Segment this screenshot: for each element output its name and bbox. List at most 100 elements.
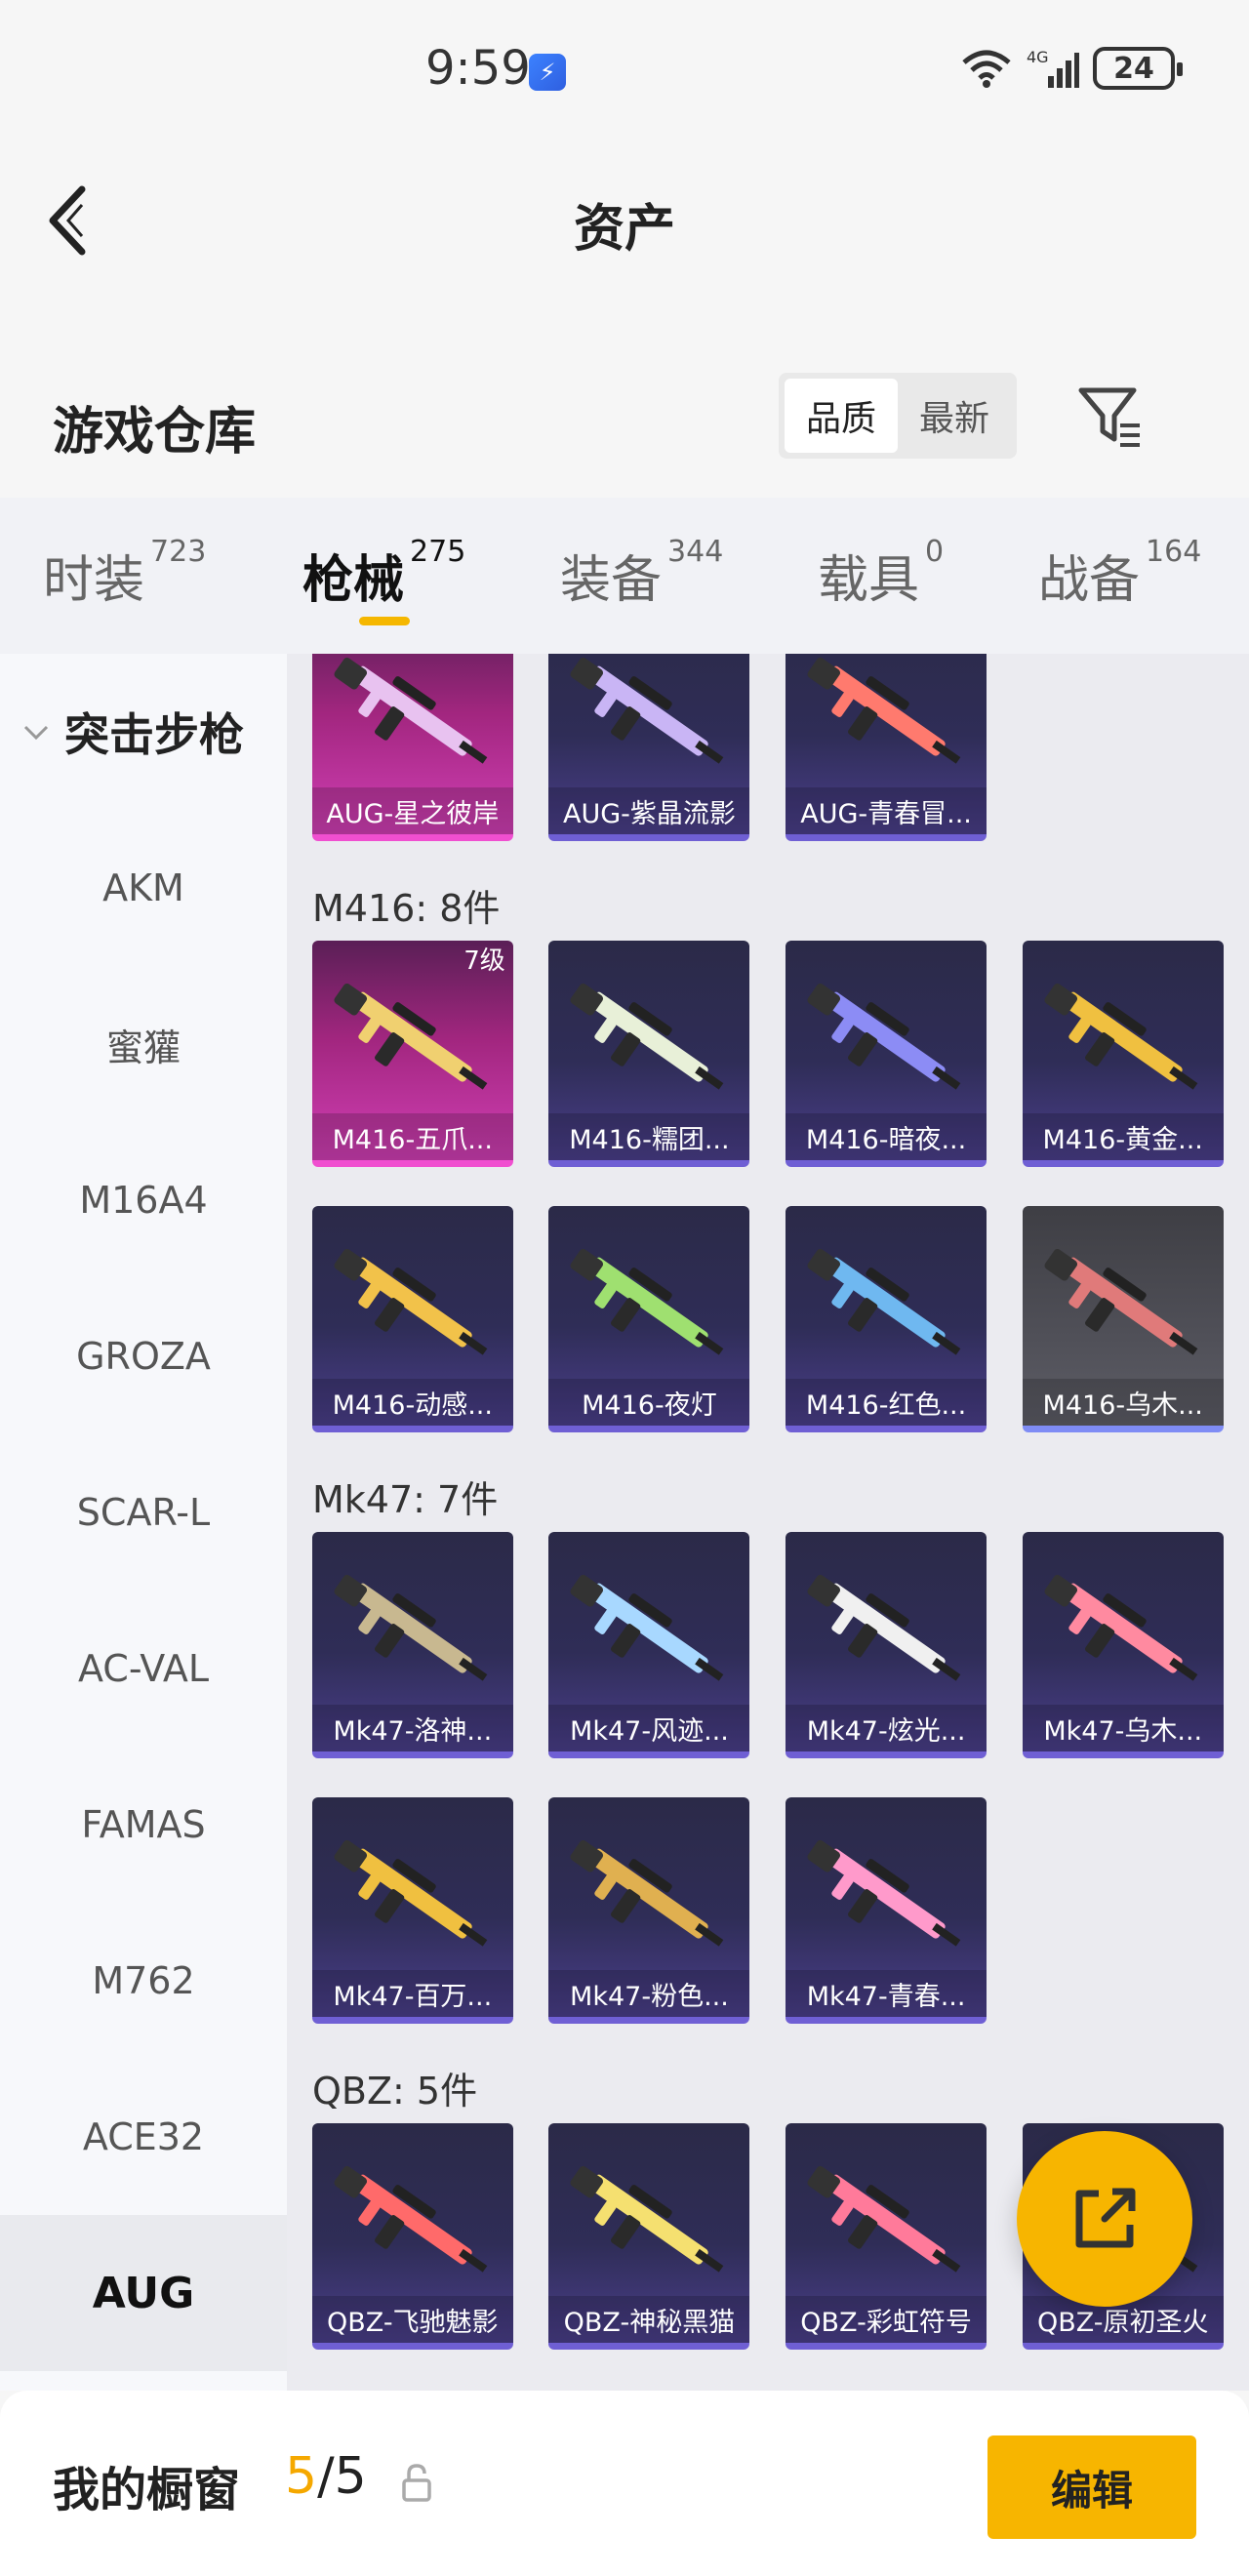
skin-card[interactable]: M416-红色...	[786, 1206, 987, 1432]
rifle-icon	[334, 983, 488, 1090]
status-bar: 9:59 ⚡ 4G 24	[0, 0, 1249, 146]
wifi-icon	[962, 50, 1011, 88]
lock-icon	[402, 2464, 431, 2502]
tab-count: 275	[410, 535, 466, 569]
tab-weapons[interactable]: 枪械 275	[302, 535, 465, 612]
skin-card[interactable]: Mk47-乌木...	[1022, 1532, 1224, 1758]
nav-header: 资产	[0, 146, 1249, 302]
skin-card[interactable]: 7级 M416-五爪...	[311, 941, 513, 1167]
skin-card[interactable]: M416-夜灯	[548, 1206, 750, 1432]
bottom-bar: 我的橱窗 5/5 编辑	[0, 2391, 1249, 2576]
rifle-icon	[570, 1839, 724, 1947]
sort-toggle: 品质 最新	[779, 373, 1017, 459]
rifle-icon	[334, 1248, 488, 1355]
tab-label: 时装	[43, 551, 145, 610]
sidebar-item-honey-badger[interactable]: 蜜獾	[0, 966, 287, 1122]
showcase-total: 5	[334, 2447, 367, 2506]
sidebar-group-label: 突击步枪	[64, 708, 244, 761]
skin-card[interactable]: QBZ-飞驰魅影	[311, 2123, 513, 2350]
warehouse-title: 游戏仓库	[53, 403, 257, 462]
warehouse-header: 游戏仓库 品质 最新	[0, 332, 1249, 498]
tab-count: 723	[150, 535, 207, 569]
battery-icon: 24	[1093, 47, 1183, 90]
chevron-down-icon	[23, 725, 49, 741]
skin-card[interactable]: Mk47-炫光...	[786, 1532, 987, 1758]
rifle-icon	[1044, 1574, 1198, 1681]
skin-card[interactable]: M416-黄金...	[1022, 941, 1224, 1167]
rifle-icon	[1044, 983, 1198, 1090]
rifle-icon	[570, 983, 724, 1090]
skin-name: M416-动感...	[311, 1379, 513, 1426]
status-indicators: 4G 24	[960, 47, 1183, 90]
share-icon	[1075, 2188, 1136, 2248]
rifle-icon	[334, 1574, 488, 1681]
skin-card[interactable]: Mk47-百万...	[311, 1797, 513, 2024]
skin-card[interactable]: M416-暗夜...	[786, 941, 987, 1167]
skin-name: M416-黄金...	[1022, 1113, 1224, 1160]
sidebar-item-groza[interactable]: GROZA	[0, 1278, 287, 1434]
showcase-count: 5/5	[285, 2447, 367, 2506]
rifle-icon	[807, 1574, 961, 1681]
sidebar-item-m762[interactable]: M762	[0, 1903, 287, 2059]
sidebar-group-assault-rifles[interactable]: 突击步枪	[0, 654, 287, 810]
skin-card[interactable]: Mk47-粉色...	[548, 1797, 750, 2024]
tab-label: 装备	[560, 551, 663, 610]
skin-card[interactable]: M416-乌木...	[1022, 1206, 1224, 1432]
section-title: Mk47: 7件	[312, 1478, 499, 1521]
sidebar-item-aug[interactable]: AUG	[0, 2215, 287, 2371]
rifle-icon	[1044, 1248, 1198, 1355]
skin-name: AUG-青春冒...	[786, 787, 987, 834]
share-button[interactable]	[1017, 2131, 1192, 2307]
skin-card[interactable]: AUG-紫晶流影	[548, 654, 750, 841]
tab-label: 载具	[818, 551, 920, 610]
skin-name: Mk47-青春...	[786, 1970, 987, 2017]
rifle-icon	[807, 1248, 961, 1355]
section-title: QBZ: 5件	[312, 2070, 478, 2113]
svg-text:4G: 4G	[1027, 48, 1049, 66]
tab-count: 0	[925, 535, 945, 569]
skin-name: M416-五爪...	[311, 1113, 513, 1160]
skin-name: M416-乌木...	[1022, 1379, 1224, 1426]
tab-count: 164	[1146, 535, 1202, 569]
section-title: M416: 8件	[312, 887, 501, 930]
tab-label: 战备	[1038, 551, 1141, 610]
skin-card[interactable]: M416-动感...	[311, 1206, 513, 1432]
skin-card[interactable]: AUG-青春冒...	[786, 654, 987, 841]
skin-name: Mk47-洛神...	[311, 1705, 513, 1751]
sort-newest-button[interactable]: 最新	[898, 379, 1011, 453]
sidebar-item-ace32[interactable]: ACE32	[0, 2059, 287, 2215]
skin-card[interactable]: QBZ-神秘黑猫	[548, 2123, 750, 2350]
sidebar-item-m16a4[interactable]: M16A4	[0, 1122, 287, 1278]
skin-name: Mk47-百万...	[311, 1970, 513, 2017]
skin-grid[interactable]: 7级AUG-星之彼岸 AUG-紫晶流影 AUG-青春冒... M416: 8件 7级M4…	[287, 654, 1249, 2391]
page-title: 资产	[573, 200, 675, 259]
skin-card[interactable]: Mk47-青春...	[786, 1797, 987, 2024]
sidebar-item-scar-l[interactable]: SCAR-L	[0, 1434, 287, 1590]
tab-vehicles[interactable]: 载具 0	[818, 535, 944, 612]
skin-card[interactable]: M416-糯团...	[548, 941, 750, 1167]
status-time: 9:59	[425, 41, 531, 96]
filter-icon[interactable]	[1077, 384, 1142, 449]
rifle-icon	[570, 1248, 724, 1355]
sort-quality-button[interactable]: 品质	[785, 379, 898, 453]
skin-name: AUG-紫晶流影	[548, 787, 750, 834]
sidebar-item-famas[interactable]: FAMAS	[0, 1747, 287, 1903]
skin-name: QBZ-神秘黑猫	[548, 2296, 750, 2343]
skin-card[interactable]: Mk47-洛神...	[311, 1532, 513, 1758]
edit-button[interactable]: 编辑	[987, 2435, 1196, 2539]
rifle-icon	[334, 1839, 488, 1947]
tab-equipment[interactable]: 装备 344	[560, 535, 723, 612]
rifle-icon	[570, 657, 724, 764]
sidebar-item-akm[interactable]: AKM	[0, 810, 287, 966]
skin-card[interactable]: QBZ-彩虹符号	[786, 2123, 987, 2350]
signal-icon: 4G	[1027, 48, 1079, 88]
skin-name: Mk47-风迹...	[548, 1705, 750, 1751]
sidebar-item-ac-val[interactable]: AC-VAL	[0, 1590, 287, 1747]
tab-costumes[interactable]: 时装 723	[43, 535, 206, 612]
rifle-icon	[570, 1574, 724, 1681]
skin-card[interactable]: 7级AUG-星之彼岸	[311, 654, 513, 841]
tab-gear[interactable]: 战备 164	[1038, 535, 1201, 612]
skin-card[interactable]: Mk47-风迹...	[548, 1532, 750, 1758]
tab-label: 枪械	[302, 551, 405, 610]
rifle-icon	[570, 2165, 724, 2273]
